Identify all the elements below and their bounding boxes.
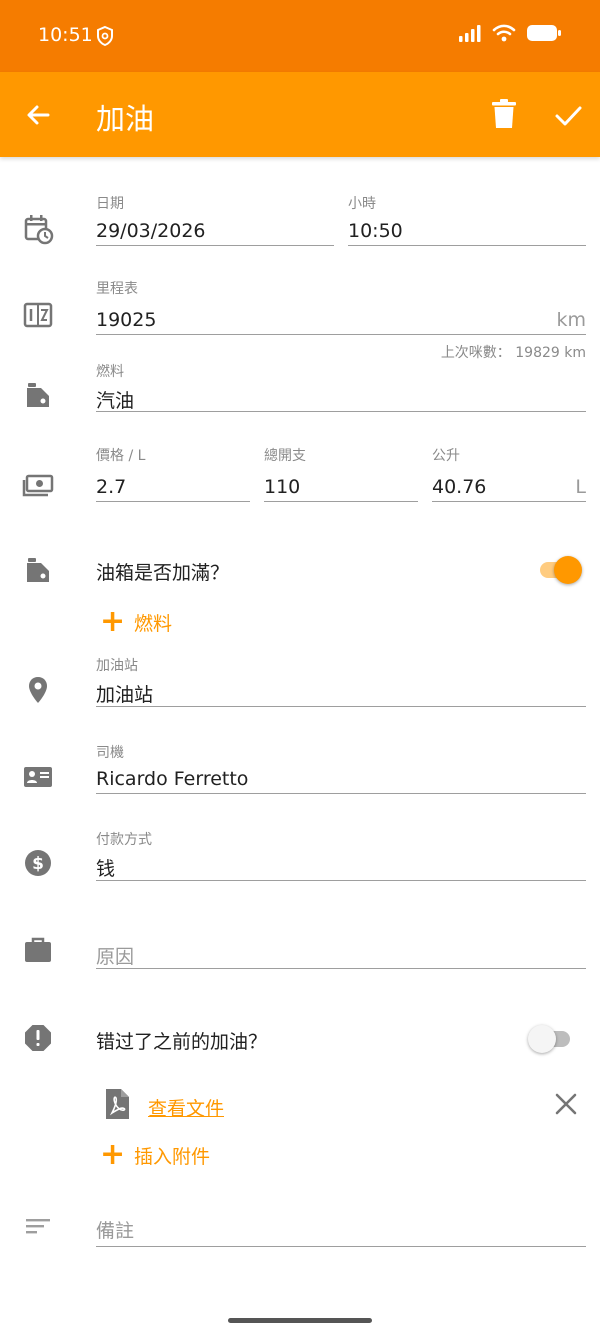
fuel-field[interactable]: 燃料 汽油 — [96, 358, 586, 416]
fuel-label: 燃料 — [96, 364, 124, 380]
total-underline — [264, 501, 418, 502]
station-value: 加油站 — [96, 684, 154, 706]
payment-value: 钱 — [96, 858, 116, 880]
svg-text:$: $ — [32, 854, 44, 874]
station-field[interactable]: 加油站 加油站 — [96, 652, 586, 710]
dollar-circle-icon: $ — [20, 845, 56, 881]
total-value: 110 — [264, 476, 301, 498]
calendar-clock-icon — [20, 211, 56, 247]
time-underline — [348, 245, 586, 246]
payment-label: 付款方式 — [96, 832, 152, 848]
litres-field[interactable]: 公升 40.76 L — [432, 442, 586, 504]
price-value: 2.7 — [96, 476, 127, 498]
price-field[interactable]: 價格 / L 2.7 — [96, 442, 250, 504]
wifi-icon — [492, 24, 516, 42]
insert-attachment-button[interactable]: + 插入附件 — [100, 1140, 210, 1170]
odometer-label: 里程表 — [96, 281, 138, 297]
page-title: 加油 — [96, 102, 155, 136]
driver-field[interactable]: 司機 Ricardo Ferretto — [96, 739, 586, 797]
shield-icon — [97, 25, 113, 47]
fuel-can-icon — [20, 552, 56, 588]
odometer-unit: km — [556, 309, 586, 331]
add-fuel-button[interactable]: + 燃料 — [100, 607, 172, 637]
total-label: 總開支 — [264, 448, 306, 464]
plus-icon: + — [100, 1137, 126, 1172]
payment-underline — [96, 880, 586, 881]
toggle-knob — [554, 556, 582, 584]
price-label: 價格 / L — [96, 448, 146, 464]
time-value: 10:50 — [348, 220, 403, 242]
fuel-underline — [96, 411, 586, 412]
reason-placeholder: 原因 — [96, 946, 135, 968]
odometer-underline — [96, 334, 586, 335]
odometer-value: 19025 — [96, 309, 157, 331]
insert-attachment-label: 插入附件 — [134, 1145, 211, 1168]
reason-underline — [96, 968, 586, 969]
battery-icon — [527, 25, 561, 41]
view-document-link[interactable]: 查看文件 — [148, 1094, 224, 1121]
litres-unit: L — [575, 476, 586, 498]
odometer-field[interactable]: 里程表 19025 km — [96, 275, 586, 337]
notes-lines-icon — [20, 1208, 56, 1244]
date-underline — [96, 245, 334, 246]
status-time: 10:51 — [38, 24, 93, 46]
alert-octagon-icon — [20, 1020, 56, 1056]
fuel-value: 汽油 — [96, 390, 135, 412]
date-value: 29/03/2026 — [96, 220, 206, 242]
plus-icon: + — [100, 604, 126, 639]
status-indicators — [458, 24, 562, 42]
fuel-can-icon — [20, 377, 56, 413]
money-icon — [20, 467, 56, 503]
notes-placeholder: 備註 — [96, 1220, 135, 1242]
id-card-icon — [20, 759, 56, 795]
add-fuel-label: 燃料 — [134, 612, 173, 635]
time-field[interactable]: 小時 10:50 — [348, 190, 586, 248]
delete-icon[interactable] — [490, 98, 518, 130]
notes-underline — [96, 1246, 586, 1247]
briefcase-icon — [20, 932, 56, 968]
notes-field[interactable]: 備註 — [96, 1208, 586, 1248]
payment-field[interactable]: 付款方式 钱 — [96, 826, 586, 884]
app-bar: 加油 — [0, 72, 600, 157]
signal-icon — [459, 25, 481, 42]
back-arrow-icon[interactable] — [22, 99, 54, 131]
location-pin-icon — [20, 672, 56, 708]
litres-underline — [432, 501, 586, 502]
driver-label: 司機 — [96, 745, 124, 761]
missed-refuel-label: 错过了之前的加油？ — [96, 1031, 268, 1053]
date-field[interactable]: 日期 29/03/2026 — [96, 190, 334, 248]
home-indicator[interactable] — [228, 1318, 372, 1323]
driver-underline — [96, 793, 586, 794]
total-field[interactable]: 總開支 110 — [264, 442, 418, 504]
station-underline — [96, 706, 586, 707]
litres-value: 40.76 — [432, 476, 487, 498]
full-tank-label: 油箱是否加滿？ — [96, 562, 230, 584]
pdf-file-icon — [106, 1089, 129, 1119]
reason-field[interactable]: 原因 — [96, 930, 586, 970]
time-label: 小時 — [348, 196, 376, 212]
toggle-knob — [528, 1025, 556, 1053]
check-icon[interactable] — [552, 99, 584, 131]
close-icon[interactable] — [552, 1090, 580, 1118]
odometer-icon — [20, 297, 56, 333]
station-label: 加油站 — [96, 658, 138, 674]
missed-refuel-toggle[interactable] — [528, 1023, 576, 1053]
status-bar: 10:51 — [0, 0, 600, 72]
driver-value: Ricardo Ferretto — [96, 768, 249, 790]
full-tank-toggle[interactable] — [536, 554, 584, 584]
price-underline — [96, 501, 250, 502]
date-label: 日期 — [96, 196, 124, 212]
litres-label: 公升 — [432, 448, 460, 464]
